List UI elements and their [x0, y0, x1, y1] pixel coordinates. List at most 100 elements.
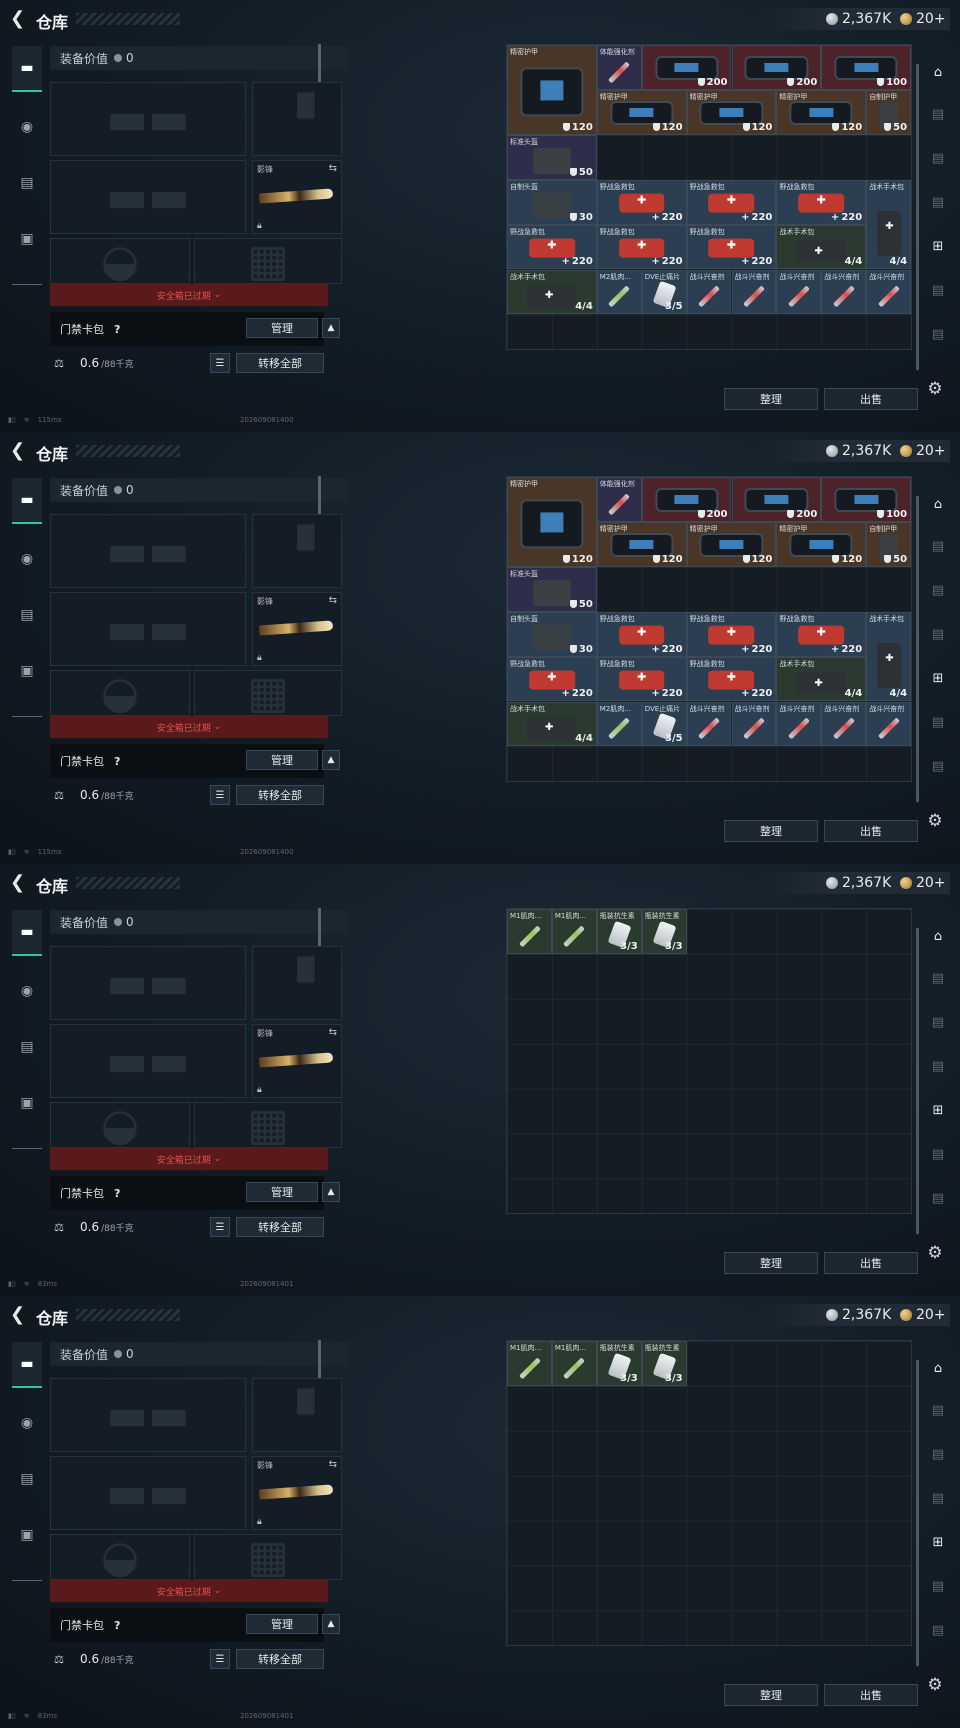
- weapon-icon[interactable]: ▬: [12, 910, 42, 956]
- inventory-item[interactable]: 100: [821, 477, 912, 522]
- back-arrow-icon[interactable]: ❮: [10, 441, 26, 461]
- inventory-item[interactable]: 野战急救包 +220: [686, 656, 777, 702]
- storage-tab-icon[interactable]: ▤: [924, 276, 952, 304]
- list-icon[interactable]: ☰: [210, 785, 230, 805]
- inventory-item[interactable]: 野战急救包 +220: [686, 179, 777, 225]
- gear-icon[interactable]: ⚙: [924, 1674, 946, 1696]
- gear-icon[interactable]: ⚙: [924, 378, 946, 400]
- backpack-icon[interactable]: ▤: [12, 160, 42, 206]
- inventory-item[interactable]: 野战急救包 +220: [507, 656, 597, 702]
- backpack-icon[interactable]: ▤: [12, 592, 42, 638]
- secondary-weapon-slot[interactable]: ▬▬: [50, 1456, 246, 1530]
- backpack-icon[interactable]: ▤: [12, 1024, 42, 1070]
- storage-tab-add-icon[interactable]: ⊞: [924, 664, 952, 692]
- transfer-all-button[interactable]: 转移全部: [236, 353, 324, 373]
- inventory-item[interactable]: 标准头盔 50: [507, 134, 597, 180]
- storage-tab-icon[interactable]: ▤: [924, 532, 952, 560]
- storage-tab-icon[interactable]: ▤: [924, 1396, 952, 1424]
- list-icon[interactable]: ☰: [210, 1217, 230, 1237]
- weapon-icon[interactable]: ▬: [12, 478, 42, 524]
- inventory-item[interactable]: 战斗兴奋剂: [776, 701, 822, 747]
- storage-tab-icon[interactable]: ▤: [924, 144, 952, 172]
- inventory-item[interactable]: 野战急救包 +220: [507, 224, 597, 270]
- gold-currency[interactable]: 20+: [900, 1306, 946, 1324]
- inventory-item[interactable]: 野战急救包 +220: [776, 611, 867, 657]
- storage-tab-icon[interactable]: ▤: [924, 708, 952, 736]
- inventory-item[interactable]: 战斗兴奋剂: [731, 269, 777, 315]
- inventory-item[interactable]: M1肌肉...: [507, 909, 552, 954]
- inventory-item[interactable]: 200: [731, 477, 822, 522]
- melee-slot[interactable]: 影锋 ⇆ 🔒︎: [252, 592, 342, 666]
- helmet-icon[interactable]: ◉: [12, 104, 42, 150]
- swap-icon[interactable]: ⇆: [329, 1027, 337, 1038]
- inventory-item[interactable]: 战斗兴奋剂: [731, 701, 777, 747]
- melee-slot[interactable]: 影锋 ⇆ 🔒︎: [252, 1024, 342, 1098]
- storage-scrollbar[interactable]: [916, 1360, 919, 1666]
- inventory-item[interactable]: 200: [641, 45, 732, 90]
- inventory-item[interactable]: 战斗兴奋剂: [821, 269, 867, 315]
- helmet-slot[interactable]: ◒: [50, 1532, 190, 1583]
- help-icon[interactable]: ?: [114, 755, 120, 768]
- sell-button[interactable]: 出售: [824, 1684, 918, 1706]
- chevron-up-icon[interactable]: ▲: [322, 318, 340, 338]
- sort-button[interactable]: 整理: [724, 820, 818, 842]
- storage-tab-icon[interactable]: ▤: [924, 188, 952, 216]
- storage-tab-icon[interactable]: ▤: [924, 1616, 952, 1644]
- inventory-item[interactable]: 战斗兴奋剂: [776, 269, 822, 315]
- storage-tab-add-icon[interactable]: ⊞: [924, 1528, 952, 1556]
- storage-tab-icon[interactable]: ▤: [924, 1440, 952, 1468]
- inventory-item[interactable]: 战斗兴奋剂: [821, 701, 867, 747]
- primary-weapon-slot[interactable]: ▬▬: [50, 1378, 246, 1452]
- storage-tab-icon[interactable]: ▤: [924, 100, 952, 128]
- inventory-item[interactable]: 100: [821, 45, 912, 90]
- inventory-item[interactable]: 战斗兴奋剂: [686, 701, 732, 747]
- back-arrow-icon[interactable]: ❮: [10, 873, 26, 893]
- armor-slot[interactable]: ▦: [194, 1532, 342, 1583]
- storage-grid[interactable]: M1肌肉... M1肌肉... 瓶装抗生素 3/3 瓶装抗生素 3/3: [506, 908, 912, 1214]
- inventory-item[interactable]: 精密护甲 120: [507, 477, 597, 567]
- transfer-all-button[interactable]: 转移全部: [236, 1217, 324, 1237]
- chevron-up-icon[interactable]: ▲: [322, 750, 340, 770]
- inventory-item[interactable]: 瓶装抗生素 3/3: [596, 909, 642, 954]
- pistol-slot[interactable]: ▝: [252, 82, 342, 156]
- inventory-item[interactable]: 精密护甲 120: [686, 89, 777, 135]
- inventory-item[interactable]: 精密护甲 120: [596, 521, 687, 567]
- storage-tab-home-icon[interactable]: ⌂: [924, 58, 952, 86]
- storage-tab-icon[interactable]: ▤: [924, 1572, 952, 1600]
- inventory-item[interactable]: 战术手术包 4/4: [776, 656, 867, 702]
- inventory-item[interactable]: 战术手术包 4/4: [776, 224, 867, 270]
- swap-icon[interactable]: ⇆: [329, 1459, 337, 1470]
- inventory-item[interactable]: 野战急救包 +220: [686, 224, 777, 270]
- back-arrow-icon[interactable]: ❮: [10, 1305, 26, 1325]
- secondary-weapon-slot[interactable]: ▬▬: [50, 592, 246, 666]
- secondary-weapon-slot[interactable]: ▬▬: [50, 160, 246, 234]
- weapon-icon[interactable]: ▬: [12, 46, 42, 92]
- storage-tab-icon[interactable]: ▤: [924, 1184, 952, 1212]
- inventory-item[interactable]: 野战急救包 +220: [596, 224, 687, 270]
- sell-button[interactable]: 出售: [824, 388, 918, 410]
- toolbox-icon[interactable]: ▣: [12, 1080, 42, 1126]
- gear-icon[interactable]: ⚙: [924, 1242, 946, 1264]
- helmet-icon[interactable]: ◉: [12, 536, 42, 582]
- storage-tab-icon[interactable]: ▤: [924, 320, 952, 348]
- safe-box-status[interactable]: 安全箱已过期 ⌄: [50, 1580, 328, 1602]
- storage-tab-icon[interactable]: ▤: [924, 620, 952, 648]
- pistol-slot[interactable]: ▝: [252, 1378, 342, 1452]
- inventory-item[interactable]: 战术手术包 4/4: [866, 611, 912, 702]
- helmet-slot[interactable]: ◒: [50, 1100, 190, 1151]
- inventory-item[interactable]: 精密护甲 120: [507, 45, 597, 135]
- storage-grid[interactable]: M1肌肉... M1肌肉... 瓶装抗生素 3/3 瓶装抗生素 3/3: [506, 1340, 912, 1646]
- transfer-all-button[interactable]: 转移全部: [236, 1649, 324, 1669]
- primary-weapon-slot[interactable]: ▬▬: [50, 946, 246, 1020]
- inventory-item[interactable]: 自制头盔 30: [507, 179, 597, 225]
- storage-tab-icon[interactable]: ▤: [924, 1484, 952, 1512]
- inventory-item[interactable]: 精密护甲 120: [776, 521, 867, 567]
- gold-currency[interactable]: 20+: [900, 874, 946, 892]
- armor-slot[interactable]: ▦: [194, 668, 342, 719]
- inventory-item[interactable]: 体能强化剂: [596, 45, 642, 90]
- inventory-item[interactable]: M2肌肉...: [596, 701, 642, 747]
- inventory-item[interactable]: DVE止痛片 3/5: [641, 701, 687, 747]
- back-arrow-icon[interactable]: ❮: [10, 9, 26, 29]
- storage-tab-home-icon[interactable]: ⌂: [924, 1354, 952, 1382]
- chevron-up-icon[interactable]: ▲: [322, 1182, 340, 1202]
